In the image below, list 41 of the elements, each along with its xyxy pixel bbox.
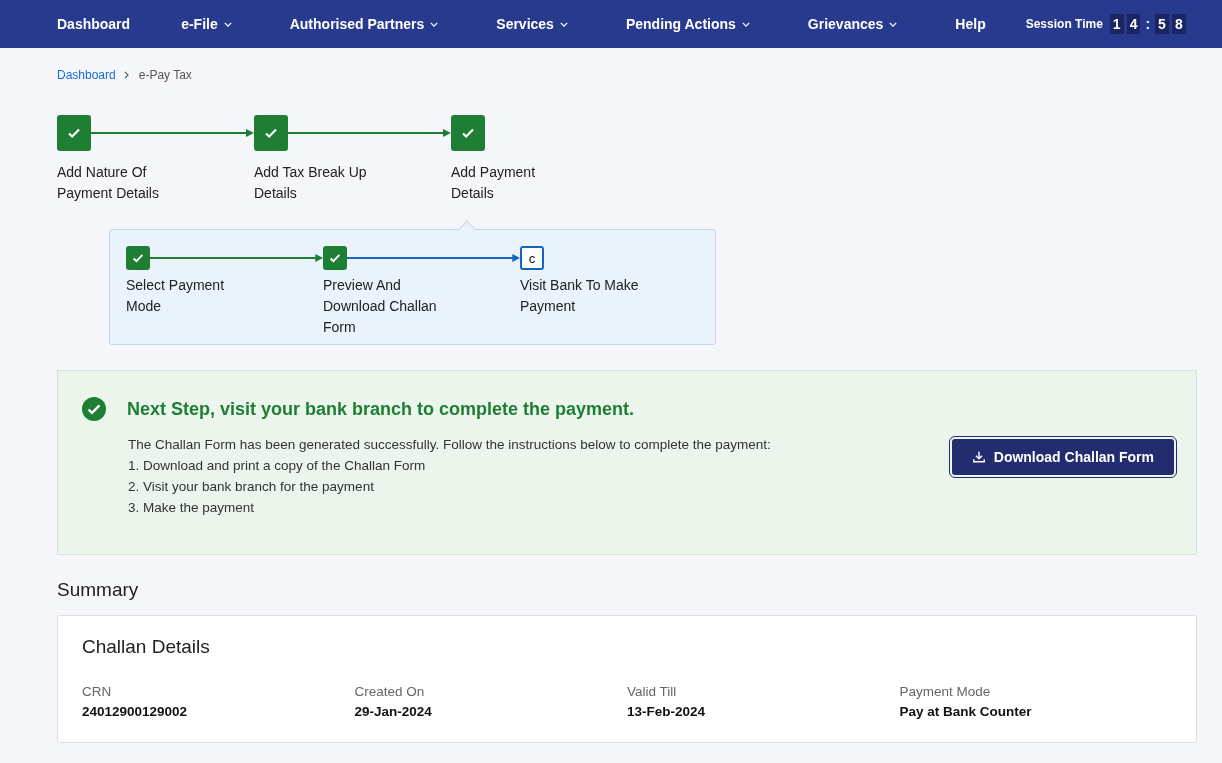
nav-menu-item[interactable]: e-File (181, 16, 232, 32)
timer-separator: : (1145, 16, 1151, 32)
instruction-item: 2. Visit your bank branch for the payment (128, 479, 375, 494)
step-label: Add Payment Details (451, 163, 537, 203)
field-value: 24012900129002 (82, 704, 189, 719)
notice-text: The Challan Form has been generated successfully. Follow the instructions below to complete the payment: (128, 437, 771, 452)
step-label: Add Tax Break Up Details (254, 163, 368, 203)
download-challan-button[interactable]: Download Challan Form (951, 439, 1174, 475)
field-label: Valid Till (627, 684, 678, 699)
step-status-icon: c (520, 246, 544, 270)
chevron-right-icon (123, 71, 129, 79)
nav-menu-item[interactable]: Pending Actions (625, 16, 750, 32)
section-heading: Summary (57, 579, 140, 601)
breadcrumb-current: e-Pay Tax (138, 68, 192, 82)
step-label: Visit Bank To Make Payment (520, 276, 640, 316)
field-label: CRN (82, 684, 113, 699)
card-title: Challan Details (82, 636, 211, 658)
field-value: Pay at Bank Counter (899, 704, 1033, 719)
nav-menu-item[interactable]: Dashboard (57, 16, 131, 32)
field-value: 29-Jan-2024 (354, 704, 433, 719)
instruction-item: 3. Make the payment (128, 500, 256, 515)
nav-menu-item[interactable]: Services (496, 16, 568, 32)
download-icon (971, 450, 986, 464)
nav-menu-item[interactable]: Help (955, 16, 986, 32)
check-circle-icon (82, 397, 106, 421)
field-label: Created On (354, 684, 426, 699)
step-label: Add Nature Of Payment Details (57, 163, 160, 203)
step-label: Preview And Download Challan Form (323, 276, 438, 337)
timer-digit: 8 (1171, 14, 1186, 34)
instruction-item: 1. Download and print a copy of the Challan Form (128, 458, 427, 473)
field-value: 13-Feb-2024 (627, 704, 707, 719)
timer-digit: 4 (1126, 14, 1141, 34)
breadcrumb-link[interactable]: Dashboard (57, 68, 116, 82)
step-label: Select Payment Mode (126, 276, 226, 316)
notice-title: Next Step, visit your bank branch to complete the payment. (127, 398, 635, 420)
nav-menu-item[interactable]: Authorised Partners (289, 16, 439, 32)
nav-menu-item[interactable]: Grievances (807, 16, 898, 32)
timer-digit: 5 (1155, 14, 1169, 34)
field-label: Payment Mode (899, 684, 992, 699)
timer-digit: 1 (1109, 14, 1124, 34)
session-time-label: Session Time (1025, 17, 1103, 31)
